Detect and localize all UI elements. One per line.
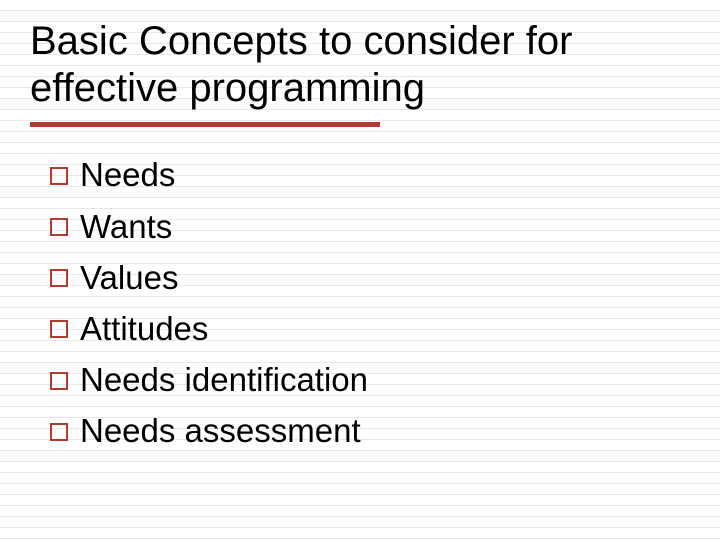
square-bullet-icon [50,269,68,287]
list-item-label: Attitudes [80,303,208,354]
list-item: Needs [50,149,690,200]
list-item: Attitudes [50,303,690,354]
list-item-label: Needs identification [80,354,368,405]
accent-divider [30,122,380,127]
bullet-list: Needs Wants Values Attitudes Needs ident… [30,149,690,456]
list-item: Values [50,252,690,303]
square-bullet-icon [50,218,68,236]
page-title: Basic Concepts to consider for effective… [30,18,690,112]
list-item-label: Needs assessment [80,405,361,456]
list-item: Wants [50,201,690,252]
list-item-label: Needs [80,149,175,200]
list-item-label: Wants [80,201,172,252]
square-bullet-icon [50,320,68,338]
slide-content: Basic Concepts to consider for effective… [0,0,720,456]
list-item-label: Values [80,252,178,303]
list-item: Needs identification [50,354,690,405]
square-bullet-icon [50,372,68,390]
list-item: Needs assessment [50,405,690,456]
square-bullet-icon [50,423,68,441]
square-bullet-icon [50,167,68,185]
